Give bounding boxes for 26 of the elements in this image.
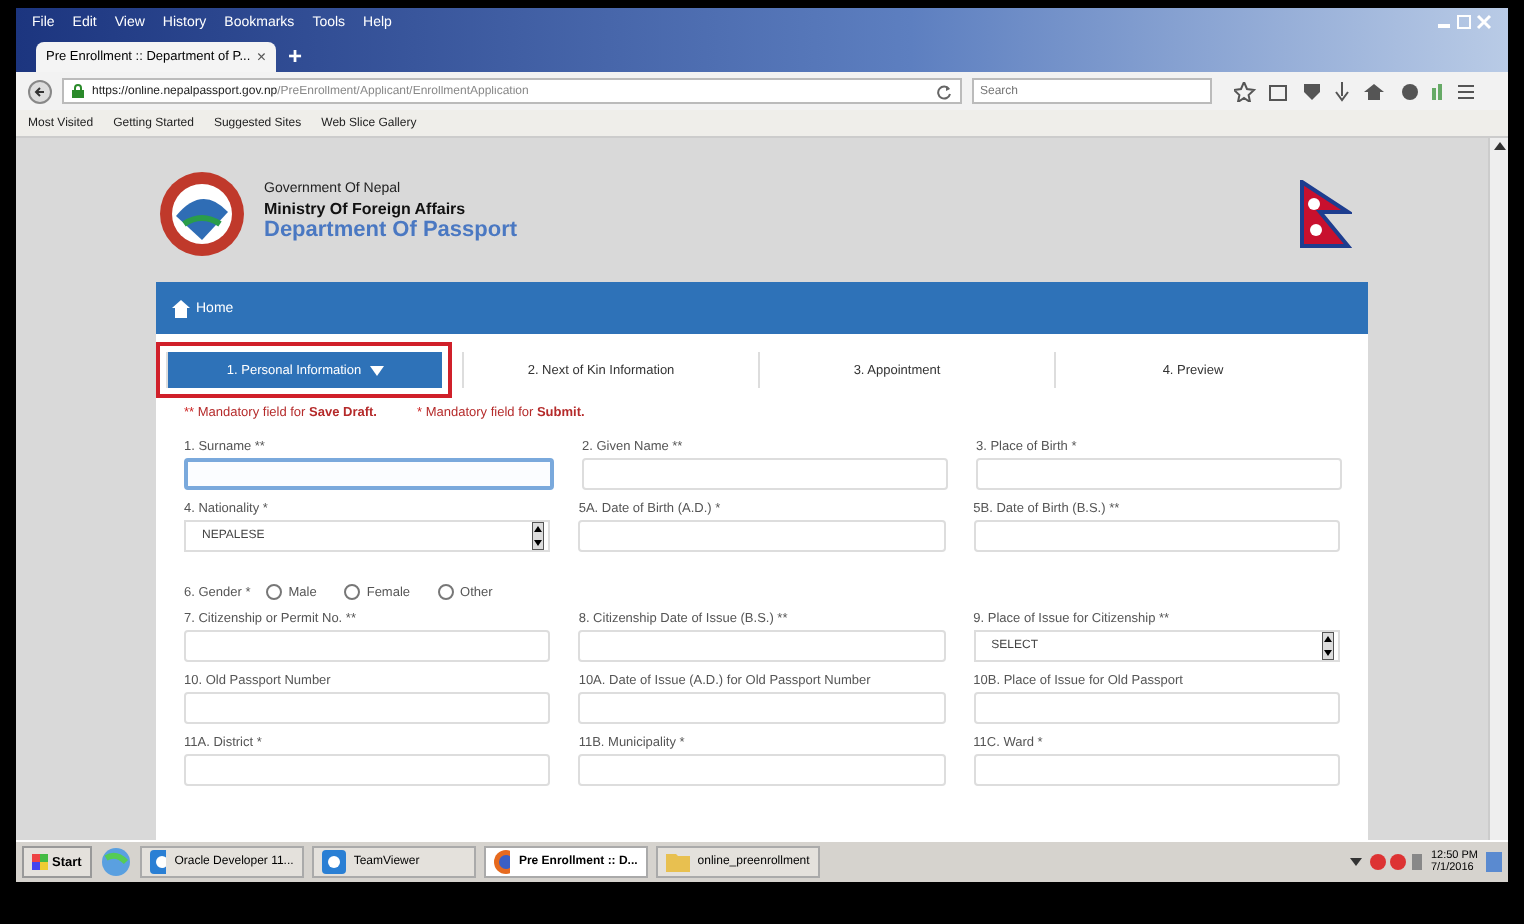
ministry-name: Ministry Of Foreign Affairs xyxy=(264,199,468,219)
app-icon xyxy=(149,850,167,874)
home-icon xyxy=(172,299,190,317)
show-desktop-icon[interactable] xyxy=(1486,852,1502,872)
input-field[interactable] xyxy=(184,458,554,490)
windows-logo-icon xyxy=(32,854,48,870)
scrollbar[interactable] xyxy=(1488,138,1508,840)
maximize-icon[interactable] xyxy=(1456,14,1472,30)
globe-icon[interactable] xyxy=(99,846,132,878)
browser-icon xyxy=(493,850,511,874)
spinner-icon xyxy=(532,522,545,550)
reload-icon[interactable] xyxy=(936,83,952,99)
close-icon[interactable] xyxy=(1476,14,1492,30)
app-icon xyxy=(321,850,346,874)
flag-icon xyxy=(1300,180,1352,248)
tab-close-button[interactable]: × xyxy=(256,48,266,66)
back-icon[interactable] xyxy=(28,79,52,103)
emblem-icon xyxy=(156,168,248,260)
folder-icon xyxy=(665,850,690,874)
caret-icon xyxy=(369,365,384,375)
tray-icons-drawing xyxy=(1350,852,1423,872)
spinner-icon xyxy=(1321,632,1334,660)
lock-icon xyxy=(72,84,84,98)
toolbar-icons-drawing[interactable] xyxy=(1234,81,1474,101)
department-name: Department Of Passport xyxy=(264,218,518,246)
new-tab-button[interactable]: + xyxy=(288,42,303,72)
